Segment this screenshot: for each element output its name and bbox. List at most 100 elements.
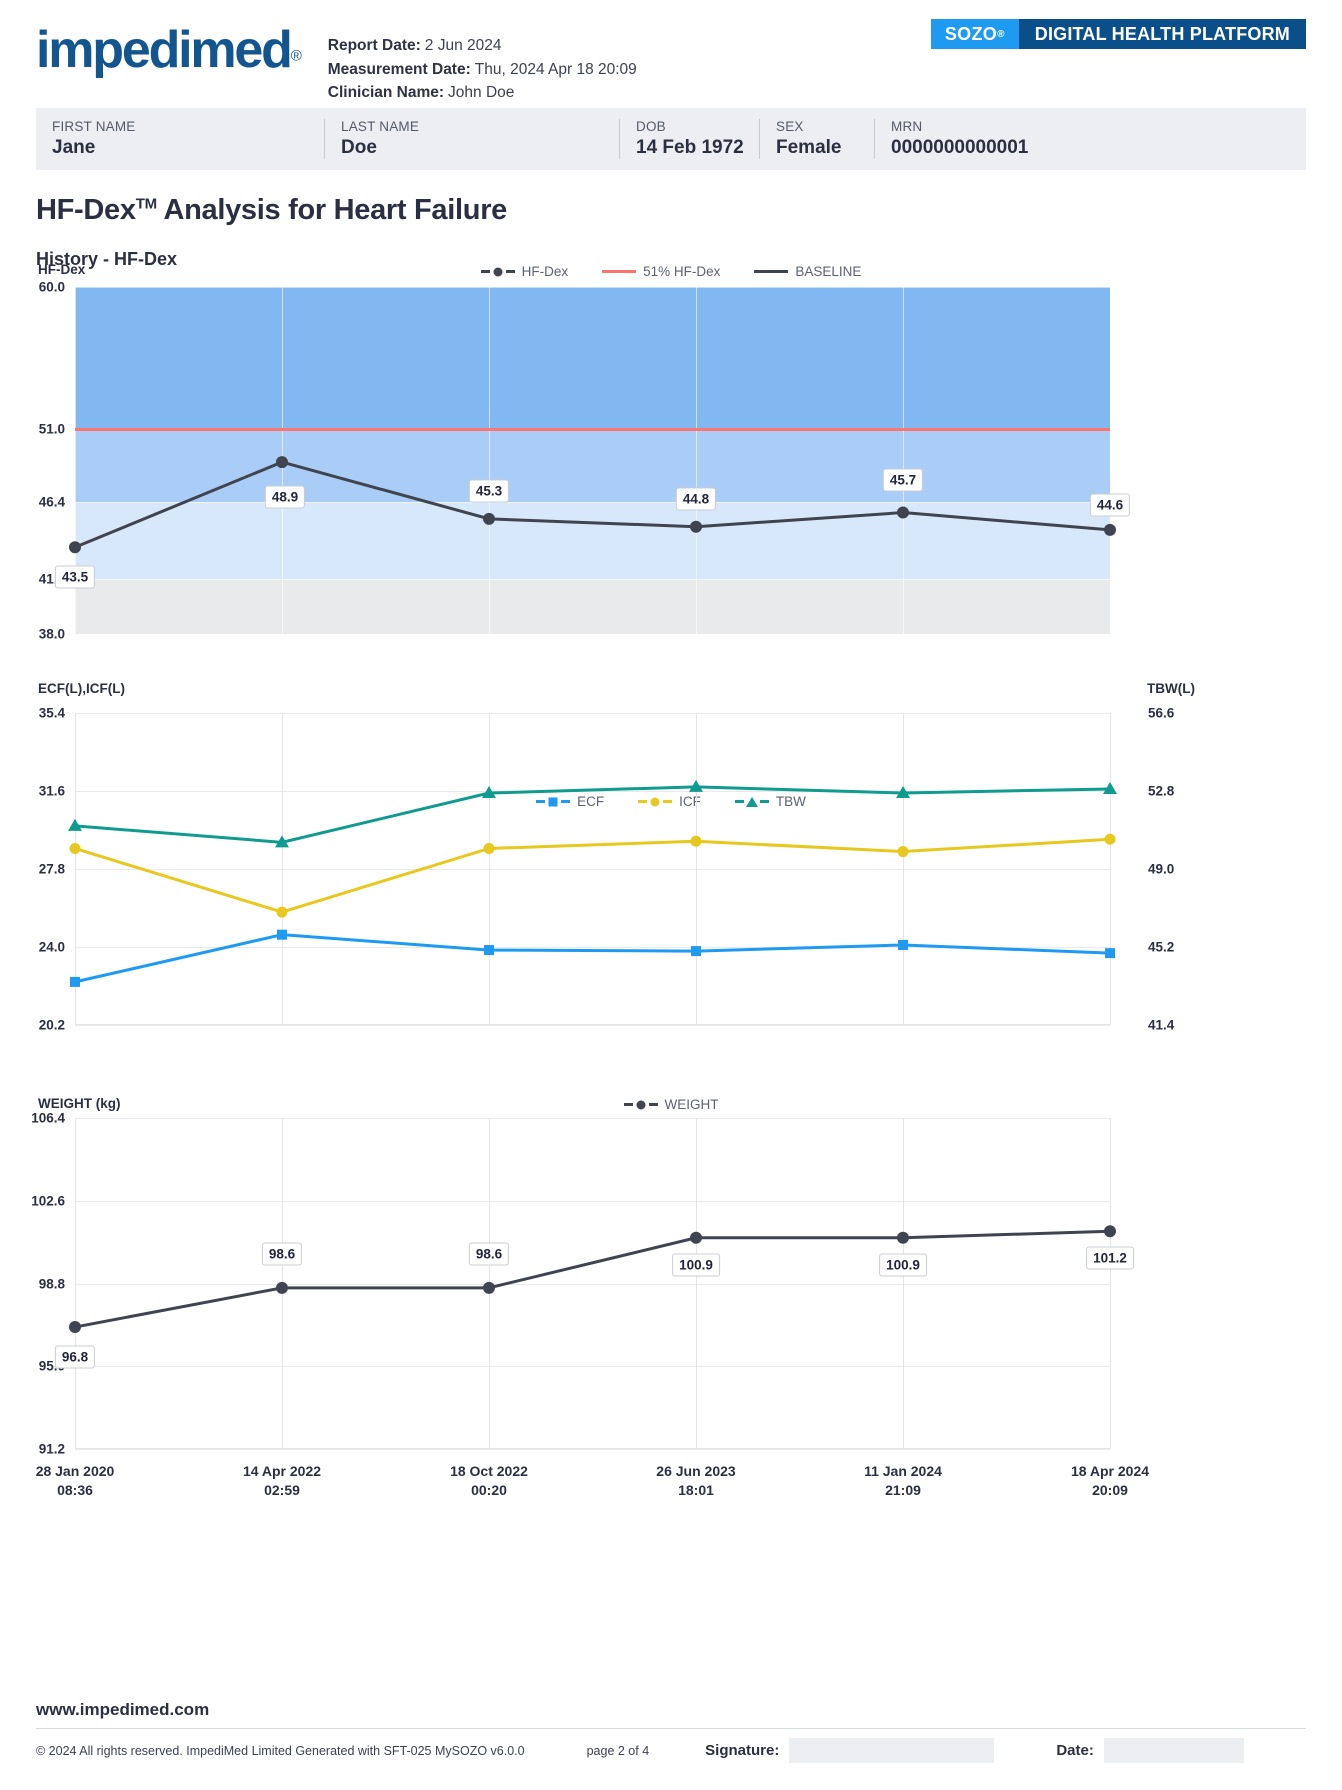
- data-point-ecf-2: [484, 945, 494, 955]
- chart-2-ytick-right: 56.6: [1148, 706, 1174, 721]
- legend-swatch-line-icon: [754, 270, 788, 273]
- signature-label: Signature:: [705, 1742, 779, 1759]
- data-point-ecf-1: [277, 930, 287, 940]
- chart-band-3: [75, 579, 1110, 634]
- data-label-weight-2: 98.6: [469, 1242, 509, 1265]
- data-label-hf-dex-2: 45.3: [469, 479, 509, 502]
- data-point-weight-1: [276, 1282, 288, 1294]
- data-label-hf-dex-5: 44.6: [1090, 493, 1130, 516]
- data-point-tbw-4: [896, 786, 910, 798]
- footer-divider: [36, 1728, 1306, 1729]
- chart-2-ytick: 35.4: [39, 706, 65, 721]
- chart-3-legend: WEIGHT: [0, 1097, 1342, 1112]
- legend-label: TBW: [776, 794, 806, 809]
- legend-marker-icon: [549, 797, 558, 806]
- chart-band-1: [75, 429, 1110, 502]
- legend-label: ICF: [679, 794, 701, 809]
- legend-label: ECF: [577, 794, 604, 809]
- legend-marker-icon: [651, 797, 660, 806]
- x-axis-label-1: 14 Apr 202202:59: [243, 1462, 321, 1500]
- series-line-weight: [75, 1231, 1110, 1327]
- sozo-badge-brand: SOZO®: [931, 19, 1019, 49]
- data-point-ecf-4: [898, 940, 908, 950]
- threshold-line-51pct: [75, 428, 1110, 431]
- patient-info-bar: FIRST NAME Jane LAST NAME Doe DOB 14 Feb…: [36, 108, 1306, 170]
- data-point-hf-dex-0: [69, 541, 81, 553]
- report-metadata: Report Date:2 Jun 2024 Measurement Date:…: [328, 14, 637, 105]
- chart-1-ytick: 51.0: [39, 421, 65, 436]
- data-point-icf-3: [691, 836, 702, 847]
- data-point-hf-dex-2: [483, 513, 495, 525]
- legend-marker-icon: [636, 1100, 645, 1109]
- legend-marker-icon: [746, 797, 758, 807]
- chart-2-y-axis-title-right: TBW(L): [1147, 681, 1195, 696]
- chart-3-y-axis-title: WEIGHT (kg): [38, 1096, 121, 1111]
- chart-1-ytick: 46.4: [39, 494, 65, 509]
- chart-3-ytick: 98.8: [39, 1276, 65, 1291]
- x-axis-label-time: 20:09: [1071, 1481, 1149, 1500]
- first-name-value: Jane: [52, 136, 310, 160]
- mrn-value: 0000000000001: [891, 136, 1080, 160]
- gridline-v: [282, 1118, 283, 1449]
- sex-label: SEX: [776, 118, 860, 136]
- gridline-v: [75, 287, 76, 634]
- chart-1-ytick: 38.0: [39, 627, 65, 642]
- gridline-h: [75, 1284, 1110, 1285]
- x-axis-label-time: 00:20: [450, 1481, 528, 1500]
- sozo-registered-icon: ®: [997, 29, 1005, 40]
- chart-2-ytick: 24.0: [39, 940, 65, 955]
- gridline-v: [282, 713, 283, 1025]
- gridline-h: [75, 634, 1110, 635]
- chart-2-ytick: 20.2: [39, 1018, 65, 1033]
- logo-wordmark: impedimed: [36, 21, 291, 79]
- x-axis-label-0: 28 Jan 202008:36: [36, 1462, 115, 1500]
- x-axis-label-date: 28 Jan 2020: [36, 1462, 115, 1481]
- footer-page-number: page 2 of 4: [587, 1744, 650, 1758]
- legend-swatch-circle-icon: [638, 800, 672, 803]
- gridline-h: [75, 1366, 1110, 1367]
- first-name-label: FIRST NAME: [52, 118, 310, 136]
- chart-3-ytick: 95.0: [39, 1359, 65, 1374]
- gridline-h: [75, 1025, 1110, 1026]
- dob-value: 14 Feb 1972: [636, 136, 745, 160]
- chart-3-plot-area: [75, 1118, 1110, 1449]
- data-point-icf-1: [277, 907, 288, 918]
- date-input[interactable]: [1104, 1738, 1244, 1763]
- gridline-v: [489, 287, 490, 634]
- x-axis-label-date: 11 Jan 2024: [864, 1462, 942, 1481]
- x-axis-label-4: 11 Jan 202421:09: [864, 1462, 942, 1500]
- data-label-hf-dex-1: 48.9: [265, 486, 305, 509]
- chart-2-ytick: 31.6: [39, 784, 65, 799]
- signature-input[interactable]: [789, 1738, 994, 1763]
- chart-band-0: [75, 287, 1110, 429]
- report-page: impedimed ® Report Date:2 Jun 2024 Measur…: [0, 0, 1342, 1790]
- page-title-main: HF-Dex: [36, 194, 136, 226]
- gridline-v: [1110, 287, 1111, 634]
- chart-1-ytick: 60.0: [39, 280, 65, 295]
- legend-swatch-dot-dash-icon: [624, 1103, 658, 1106]
- page-title: HF-DexTM Analysis for Heart Failure: [36, 194, 1306, 227]
- patient-field-sex: SEX Female: [759, 119, 874, 159]
- data-point-tbw-2: [482, 786, 496, 798]
- gridline-v: [696, 713, 697, 1025]
- mrn-label: MRN: [891, 118, 1080, 136]
- footer-website[interactable]: www.impedimed.com: [36, 1700, 209, 1720]
- report-date-label: Report Date:: [328, 37, 421, 54]
- data-point-ecf-5: [1105, 948, 1115, 958]
- data-point-weight-4: [897, 1232, 909, 1244]
- legend-swatch-line-icon: [602, 270, 636, 273]
- measurement-date-label: Measurement Date:: [328, 61, 471, 78]
- gridline-h: [75, 869, 1110, 870]
- legend-swatch-triangle-icon: [735, 800, 769, 803]
- chart-2-ytick-right: 49.0: [1148, 862, 1174, 877]
- report-header: impedimed® Report Date:2 Jun 2024 Measur…: [0, 0, 1342, 100]
- x-axis-label-date: 18 Oct 2022: [450, 1462, 528, 1481]
- data-point-icf-4: [898, 846, 909, 857]
- x-axis-label-time: 18:01: [656, 1481, 735, 1500]
- legend-item-weight: WEIGHT: [624, 1097, 719, 1112]
- gridline-h: [75, 713, 1110, 714]
- gridline-h: [75, 429, 1110, 430]
- gridline-h: [75, 1201, 1110, 1202]
- legend-item-tbw: TBW: [735, 794, 806, 809]
- last-name-label: LAST NAME: [341, 118, 605, 136]
